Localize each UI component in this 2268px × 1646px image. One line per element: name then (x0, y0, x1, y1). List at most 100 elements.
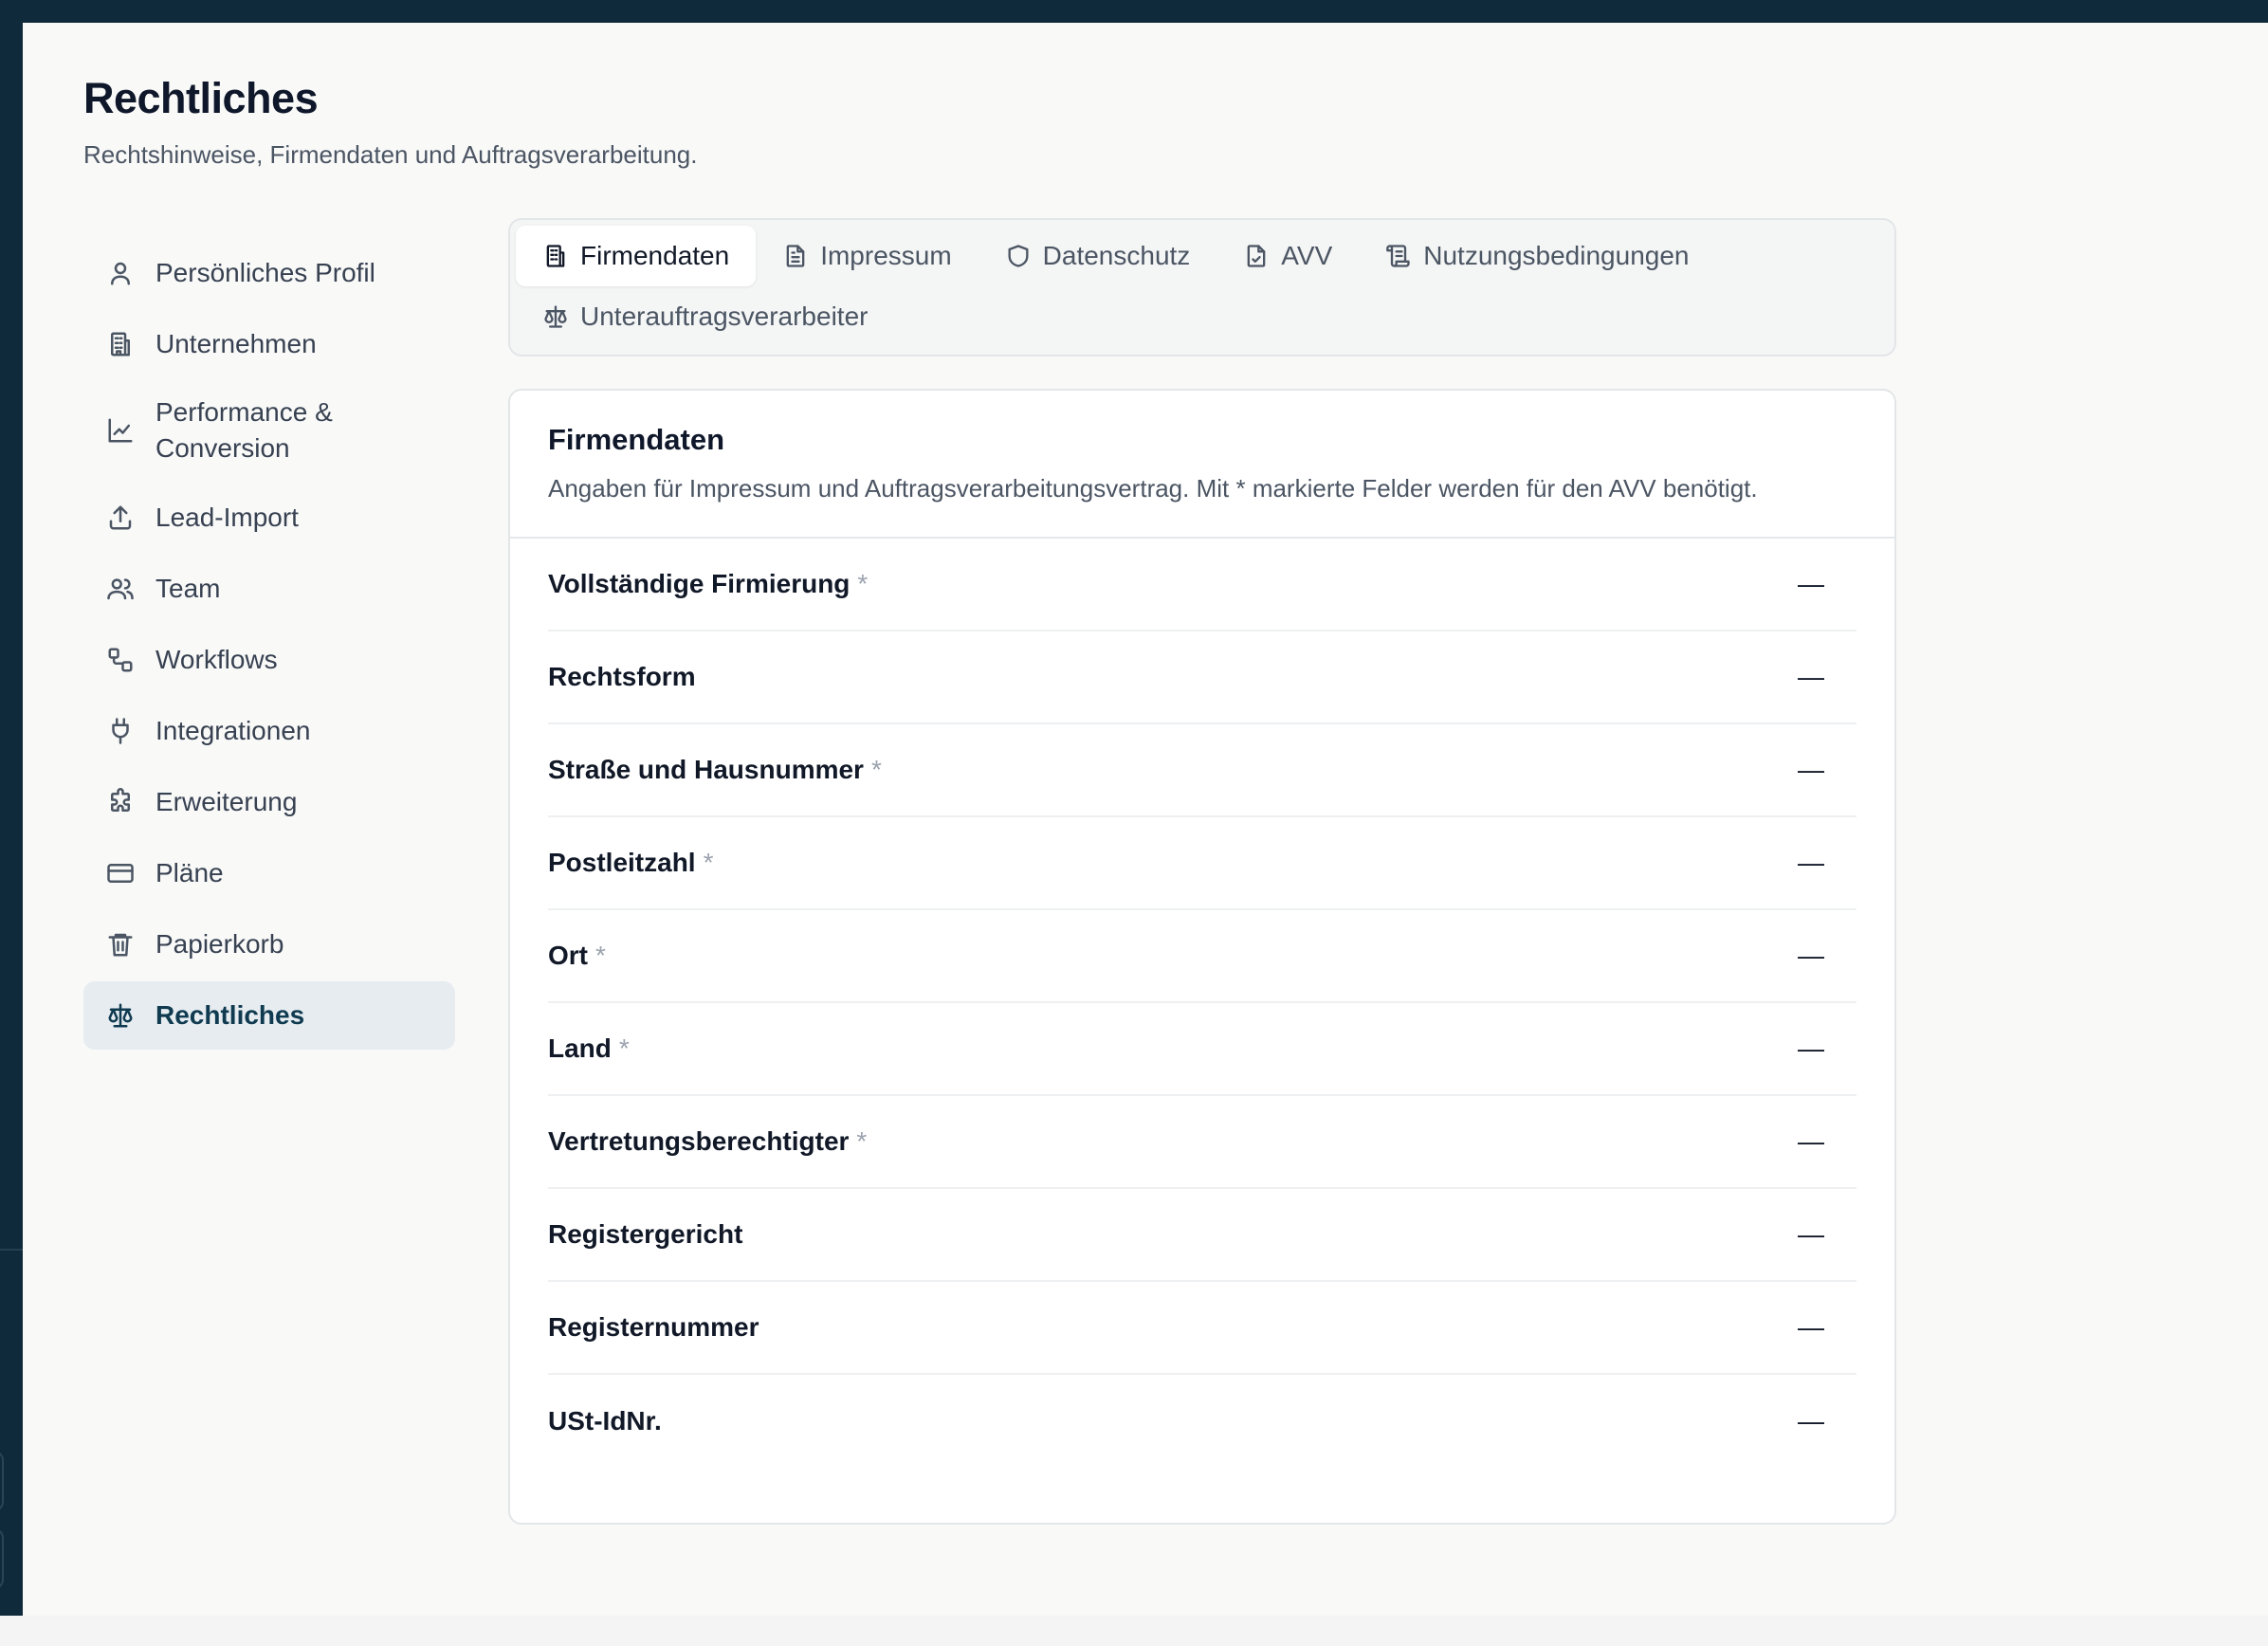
sidebar-item-trash[interactable]: Papierkorb (83, 910, 455, 978)
sidebar-item-legal[interactable]: Rechtliches (83, 981, 455, 1050)
app-chrome-left (0, 0, 23, 1646)
sidebar-item-label: Persönliches Profil (155, 258, 375, 287)
chart-line-icon (106, 416, 135, 445)
sidebar-item-label: Integrationen (155, 716, 311, 745)
tab-label: Firmendaten (580, 241, 730, 270)
required-marker: * (595, 941, 606, 970)
sidebar-item-label: Unternehmen (155, 329, 317, 358)
sidebar-item-label: Performance & Conversion (155, 397, 333, 463)
sidebar-item-label: Pläne (155, 858, 224, 887)
scale-icon (542, 303, 569, 330)
shield-icon (1005, 243, 1032, 269)
sidebar-item-integrations[interactable]: Integrationen (83, 697, 455, 765)
field-value: — (1798, 1312, 1824, 1342)
sidebar-item-workflows[interactable]: Workflows (83, 626, 455, 694)
field-value: — (1798, 662, 1824, 691)
field-label: Vollständige Firmierung * (548, 569, 869, 598)
field-label: Straße und Hausnummer * (548, 755, 882, 784)
field-value: — (1798, 569, 1824, 598)
trash-icon (106, 930, 135, 959)
field-row[interactable]: Straße und Hausnummer * — (548, 724, 1856, 817)
field-value: — (1798, 1406, 1824, 1436)
scroll-icon (1385, 243, 1412, 269)
bottom-strip (0, 1616, 2268, 1646)
field-row[interactable]: Rechtsform — (548, 631, 1856, 724)
document-icon (782, 243, 809, 269)
card-description: Angaben für Impressum und Auftragsverarb… (548, 474, 1758, 503)
scale-icon (106, 1001, 135, 1030)
sidebar-item-label: Team (155, 574, 221, 603)
field-value: — (1798, 755, 1824, 784)
field-row[interactable]: Land * — (548, 1003, 1856, 1096)
field-value: — (1798, 848, 1824, 877)
sidebar-item-label: Papierkorb (155, 929, 284, 959)
tab-label: Impressum (820, 241, 952, 270)
field-row[interactable]: USt-IdNr. — (548, 1375, 1856, 1468)
field-row[interactable]: Vollständige Firmierung * — (548, 539, 1856, 631)
sidebar-item-label: Rechtliches (155, 1000, 305, 1030)
field-row[interactable]: Ort * — (548, 910, 1856, 1003)
field-row[interactable]: Vertretungsberechtigter * — (548, 1096, 1856, 1189)
page-subtitle: Rechtshinweise, Firmendaten und Auftrags… (83, 140, 698, 169)
sidebar-item-lead-import[interactable]: Lead-Import (83, 484, 455, 552)
chrome-button[interactable] (0, 1451, 4, 1511)
sidebar-item-extension[interactable]: Erweiterung (83, 768, 455, 836)
building-icon (542, 243, 569, 269)
sidebar-item-label: Lead-Import (155, 503, 299, 532)
tab-privacy[interactable]: Datenschutz (979, 226, 1217, 286)
puzzle-icon (106, 788, 135, 816)
legal-tabs: Firmendaten Impressum Datenschutz AVV Nu… (508, 218, 1896, 357)
tab-label: Unterauftragsverarbeiter (580, 302, 869, 331)
tab-label: Datenschutz (1042, 241, 1191, 270)
tab-terms[interactable]: Nutzungsbedingungen (1359, 226, 1715, 286)
users-icon (106, 575, 135, 603)
tab-imprint[interactable]: Impressum (756, 226, 978, 286)
card-title: Firmendaten (548, 423, 725, 456)
tab-company-data[interactable]: Firmendaten (516, 226, 757, 286)
field-label: Registernummer (548, 1312, 759, 1342)
tab-subprocessors[interactable]: Unterauftragsverarbeiter (516, 286, 894, 347)
required-marker: * (870, 755, 882, 784)
required-marker: * (703, 848, 714, 877)
field-value: — (1798, 1126, 1824, 1156)
sidebar-item-company[interactable]: Unternehmen (83, 310, 455, 378)
chrome-button[interactable] (0, 1528, 4, 1589)
required-marker: * (618, 1033, 630, 1063)
sidebar-item-performance[interactable]: Performance & Conversion (83, 381, 455, 480)
field-label: USt-IdNr. (548, 1406, 662, 1436)
field-row[interactable]: Postleitzahl * — (548, 817, 1856, 910)
credit-card-icon (106, 859, 135, 887)
workflow-icon (106, 646, 135, 674)
building-icon (106, 330, 135, 358)
company-data-card: Firmendaten Angaben für Impressum und Au… (508, 389, 1896, 1525)
upload-icon (106, 503, 135, 532)
field-label: Rechtsform (548, 662, 696, 691)
sidebar-item-plans[interactable]: Pläne (83, 839, 455, 907)
field-label: Ort * (548, 941, 606, 970)
field-row[interactable]: Registergericht — (548, 1189, 1856, 1282)
file-check-icon (1243, 243, 1270, 269)
tab-label: AVV (1281, 241, 1333, 270)
field-label: Postleitzahl * (548, 848, 714, 877)
required-marker: * (857, 569, 869, 598)
sidebar-item-label: Erweiterung (155, 787, 298, 816)
field-label: Land * (548, 1033, 630, 1063)
field-value: — (1798, 1219, 1824, 1249)
plug-icon (106, 717, 135, 745)
field-row[interactable]: Registernummer — (548, 1282, 1856, 1375)
main-content: Rechtliches Rechtshinweise, Firmendaten … (23, 23, 2268, 1616)
field-label: Registergericht (548, 1219, 743, 1249)
tab-label: Nutzungsbedingungen (1423, 241, 1690, 270)
card-header: Firmendaten Angaben für Impressum und Au… (510, 391, 1894, 539)
chrome-divider (0, 1249, 23, 1251)
tab-avv[interactable]: AVV (1216, 226, 1359, 286)
page-title: Rechtliches (83, 74, 319, 122)
field-value: — (1798, 941, 1824, 970)
required-marker: * (856, 1126, 868, 1156)
sidebar-item-team[interactable]: Team (83, 555, 455, 623)
field-label: Vertretungsberechtigter * (548, 1126, 868, 1156)
settings-sidebar: Persönliches Profil Unternehmen Performa… (83, 239, 455, 1052)
user-icon (106, 259, 135, 287)
sidebar-item-profile[interactable]: Persönliches Profil (83, 239, 455, 307)
field-list: Vollständige Firmierung * — Rechtsform — … (510, 539, 1894, 1468)
